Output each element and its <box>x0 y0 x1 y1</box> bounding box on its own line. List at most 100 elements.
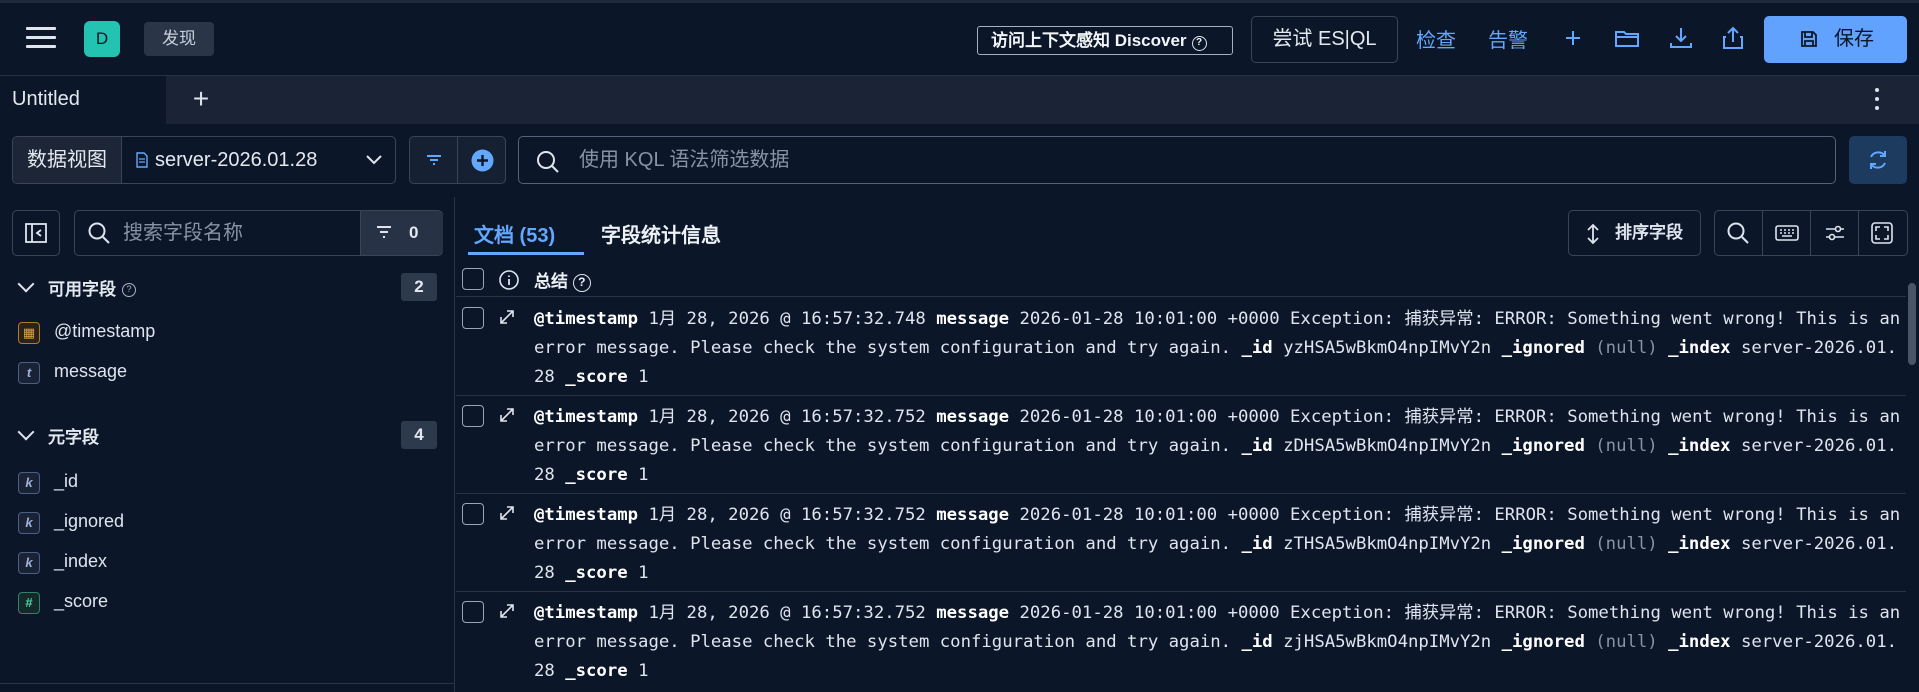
grid-header: 总结 ? <box>456 263 1906 297</box>
document-summary: @timestamp 1月 28, 2026 @ 16:57:32.752 me… <box>534 603 1901 681</box>
sort-fields-label: 排序字段 <box>1615 223 1683 242</box>
kql-search-input[interactable]: 使用 KQL 语法筛选数据 <box>518 136 1836 184</box>
row-checkbox[interactable] <box>462 601 484 623</box>
collapse-sidebar-button[interactable] <box>12 210 60 256</box>
table-row[interactable]: @timestamp 1月 28, 2026 @ 16:57:32.748 me… <box>456 298 1906 396</box>
search-icon <box>537 151 559 173</box>
field-name: message <box>54 361 128 381</box>
search-icon <box>1727 222 1749 244</box>
search-icon <box>88 222 110 244</box>
tab-bar: Untitled + <box>0 76 1919 124</box>
number-type-icon: # <box>18 592 40 614</box>
inspect-link[interactable]: 检查 <box>1416 24 1456 53</box>
date-type-icon: ▦ <box>18 322 40 344</box>
new-plus-icon[interactable] <box>1558 23 1588 53</box>
data-view-value: server-2026.01.28 <box>155 149 318 171</box>
tab-untitled[interactable]: Untitled <box>0 76 166 124</box>
fullscreen-button[interactable] <box>1859 211 1907 255</box>
grid-toolbar <box>1714 210 1908 256</box>
open-folder-icon[interactable] <box>1612 23 1642 53</box>
table-row[interactable]: @timestamp 1月 28, 2026 @ 16:57:32.752 me… <box>456 396 1906 494</box>
search-grid-button[interactable] <box>1715 211 1763 255</box>
expand-icon[interactable] <box>498 504 516 522</box>
kql-placeholder: 使用 KQL 语法筛选数据 <box>579 149 790 171</box>
data-view-label: 数据视图 <box>13 137 122 183</box>
available-fields-title: 可用字段 <box>48 280 116 299</box>
save-label: 保存 <box>1834 28 1874 50</box>
top-header: D 发现 访问上下文感知 Discover? 尝试 ES|QL 检查 告警 保存 <box>0 0 1919 76</box>
row-checkbox[interactable] <box>462 503 484 525</box>
field-name: _ignored <box>54 511 125 531</box>
table-row[interactable]: @timestamp 1月 28, 2026 @ 16:57:32.752 me… <box>456 494 1906 592</box>
field-name: @timestamp <box>54 321 156 341</box>
field-name: _id <box>54 471 79 491</box>
refresh-button[interactable] <box>1849 136 1907 184</box>
table-row[interactable]: @timestamp 1月 28, 2026 @ 16:57:32.752 me… <box>456 592 1906 690</box>
row-checkbox[interactable] <box>462 307 484 329</box>
filter-menu-icon[interactable] <box>424 152 444 168</box>
meta-fields-count: 4 <box>401 421 437 449</box>
grid-scrollbar[interactable] <box>1908 283 1916 365</box>
documents-panel: 文档 (53) 字段统计信息 排序字段 总结 ? @timestamp 1月 2… <box>456 197 1919 692</box>
available-fields-count: 2 <box>401 273 437 301</box>
select-all-checkbox[interactable] <box>462 268 484 290</box>
save-icon <box>1801 31 1817 47</box>
keyword-type-icon: k <box>18 472 40 494</box>
chevron-down-icon <box>17 423 35 441</box>
keyword-type-icon: k <box>18 512 40 534</box>
breadcrumb-discover[interactable]: 发现 <box>144 22 214 56</box>
document-summary: @timestamp 1月 28, 2026 @ 16:57:32.748 me… <box>534 309 1901 387</box>
available-fields-header[interactable]: 可用字段? <box>17 275 136 300</box>
try-esql-button[interactable]: 尝试 ES|QL <box>1251 16 1398 63</box>
fullscreen-icon <box>1871 222 1893 244</box>
add-tab-button[interactable]: + <box>186 84 216 114</box>
chevron-down-icon <box>17 275 35 293</box>
expand-icon[interactable] <box>498 406 516 424</box>
tab-field-statistics[interactable]: 字段统计信息 <box>601 219 721 248</box>
field-name: _score <box>54 591 109 611</box>
summary-label: 总结 <box>534 272 568 291</box>
filter-controls <box>409 136 506 184</box>
field-name: _index <box>54 551 108 571</box>
field-filter-count: 0 <box>409 223 419 242</box>
meta-fields-title: 元字段 <box>48 428 99 447</box>
expand-icon[interactable] <box>498 602 516 620</box>
info-icon[interactable] <box>498 269 520 291</box>
document-summary: @timestamp 1月 28, 2026 @ 16:57:32.752 me… <box>534 407 1901 485</box>
sort-fields-button[interactable]: 排序字段 <box>1568 210 1701 256</box>
chevron-down-icon <box>366 155 382 165</box>
document-summary: @timestamp 1月 28, 2026 @ 16:57:32.752 me… <box>534 505 1901 583</box>
keyboard-icon <box>1775 225 1799 241</box>
context-aware-discover-button[interactable]: 访问上下文感知 Discover? <box>977 26 1233 55</box>
settings-sliders-icon <box>1826 225 1844 241</box>
field-search-input[interactable]: 搜索字段名称 0 <box>74 210 443 256</box>
text-type-icon: t <box>18 362 40 384</box>
menu-icon[interactable] <box>26 27 56 51</box>
save-button[interactable]: 保存 <box>1764 16 1907 63</box>
refresh-icon <box>1870 151 1886 169</box>
share-icon[interactable] <box>1718 23 1748 53</box>
meta-fields-header[interactable]: 元字段 <box>17 423 99 448</box>
help-icon: ? <box>572 274 591 292</box>
sidebar-collapse-icon <box>25 223 47 243</box>
field-type-filter-button[interactable]: 0 <box>360 211 443 255</box>
data-view-picker[interactable]: 数据视图 server-2026.01.28 <box>12 136 396 184</box>
add-filter-icon[interactable] <box>470 148 495 173</box>
tab-documents[interactable]: 文档 (53) <box>474 219 555 248</box>
space-avatar[interactable]: D <box>84 21 120 57</box>
display-options-button[interactable] <box>1811 211 1859 255</box>
more-options-icon[interactable] <box>1872 88 1882 114</box>
expand-icon[interactable] <box>498 308 516 326</box>
help-icon: ? <box>122 283 136 297</box>
field-list-sidebar: 搜索字段名称 0 可用字段? 2 ▦ @timestamp t message … <box>0 197 455 692</box>
row-checkbox[interactable] <box>462 405 484 427</box>
field-search-placeholder: 搜索字段名称 <box>123 222 243 244</box>
filter-icon <box>377 226 391 238</box>
keyword-type-icon: k <box>18 552 40 574</box>
keyboard-shortcuts-button[interactable] <box>1763 211 1811 255</box>
alerts-link[interactable]: 告警 <box>1488 24 1528 53</box>
help-icon: ? <box>1191 36 1207 51</box>
download-icon[interactable] <box>1666 23 1696 53</box>
context-aware-label: 访问上下文感知 Discover <box>991 31 1187 50</box>
summary-column-header[interactable]: 总结 ? <box>534 267 591 292</box>
